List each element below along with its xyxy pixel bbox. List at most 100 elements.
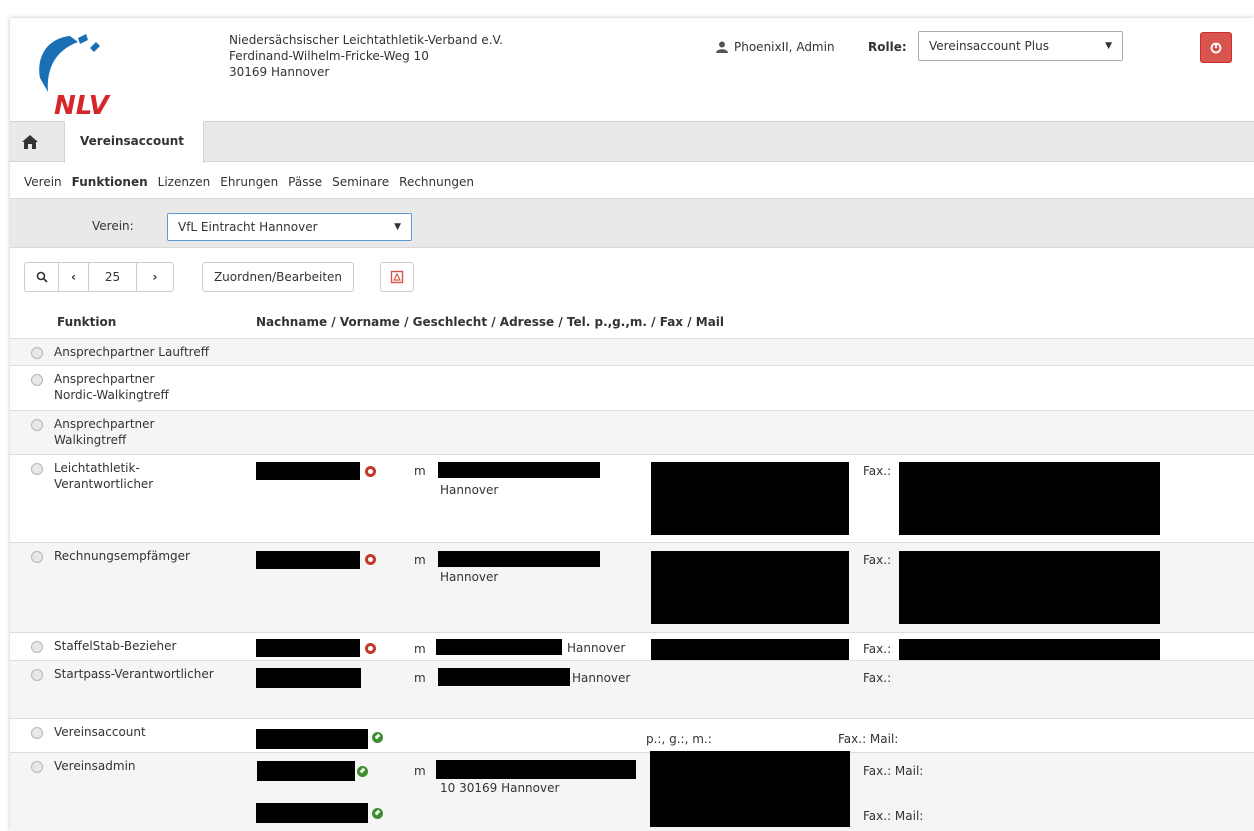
fax-label: Fax.: [863,553,892,567]
subnav-seminare[interactable]: Seminare [332,175,389,189]
row-radio[interactable] [31,727,43,739]
sub-navigation: Verein Funktionen Lizenzen Ehrungen Päss… [24,175,474,189]
table-row[interactable]: Ansprechpartner Walkingtreff [10,410,1254,454]
redacted-street [438,668,570,686]
funktion-label: Ansprechpartner Lauftreff [54,345,209,359]
redacted-name [256,462,360,480]
table-row[interactable]: Leichtathletik-Verantwortlicher m Hannov… [10,454,1254,542]
org-city: 30169 Hannover [229,65,330,79]
remove-icon[interactable] [365,554,376,565]
row-radio[interactable] [31,374,43,386]
fax-label: Fax.: [863,642,892,656]
gender: m [414,671,426,685]
table-row[interactable]: Vereinsadmin m 10 30169 Hannover Fax.: M… [10,751,1254,831]
pdf-icon [390,270,404,284]
active-icon[interactable] [357,766,368,777]
next-page-button[interactable]: › [137,263,173,291]
user-info[interactable]: PhoenixII, Admin [716,40,835,54]
redacted-street [436,760,636,779]
verein-select[interactable]: VfL Eintracht Hannover ▼ [167,213,412,241]
row-radio[interactable] [31,463,43,475]
rolle-select[interactable]: Vereinsaccount Plus ▼ [918,31,1123,61]
fax-mail-label: Fax.: Mail: [863,764,924,778]
active-icon[interactable] [372,732,383,743]
funktion-label: Rechnungsempfämger [54,549,190,563]
redacted-phones [650,751,850,827]
table-row[interactable]: Ansprechpartner Lauftreff [10,338,1254,365]
org-name: Niedersächsischer Leichtathletik-Verband… [229,33,503,47]
app-frame: NLV Niedersächsischer Leichtathletik-Ver… [10,18,1254,831]
row-radio[interactable] [31,347,43,359]
remove-icon[interactable] [365,466,376,477]
active-icon[interactable] [372,808,383,819]
row-radio[interactable] [31,419,43,431]
assign-edit-button[interactable]: Zuordnen/Bearbeiten [202,262,354,292]
funktion-label: Vereinsaccount [54,725,146,739]
rolle-label: Rolle: [868,40,907,54]
redacted-name [256,668,361,688]
subnav-funktionen[interactable]: Funktionen [72,175,148,189]
logout-button[interactable] [1200,32,1232,63]
redacted-phones [651,551,849,624]
city: Hannover [440,570,499,584]
table-row[interactable]: Ansprechpartner Nordic-Walkingtreff [10,365,1254,410]
phones-label: p.:, g.:, m.: [646,732,712,746]
subnav-paesse[interactable]: Pässe [288,175,322,189]
redacted-name [256,729,368,749]
gender: m [414,464,426,478]
power-icon [1210,42,1222,53]
verein-label: Verein: [92,219,134,233]
subnav-ehrungen[interactable]: Ehrungen [220,175,278,189]
column-header-funktion: Funktion [57,315,117,329]
city: Hannover [572,671,631,685]
funktion-label: Startpass-Verantwortlicher [54,667,214,681]
redacted-street [438,551,600,567]
user-icon [716,41,728,53]
gender: m [414,764,426,778]
org-address: Niedersächsischer Leichtathletik-Verband… [229,32,503,80]
city: Hannover [567,641,626,655]
table-row[interactable]: Rechnungsempfämger m Hannover Fax.: [10,542,1254,632]
table-row[interactable]: Startpass-Verantwortlicher m Hannover Fa… [10,660,1254,718]
search-button[interactable] [25,263,59,291]
prev-page-button[interactable]: ‹ [59,263,89,291]
chevron-left-icon: ‹ [71,270,76,284]
row-radio[interactable] [31,669,43,681]
chevron-down-icon: ▼ [394,222,401,232]
rolle-select-value: Vereinsaccount Plus [929,39,1049,53]
user-name: PhoenixII, Admin [734,40,835,54]
column-header-details: Nachname / Vorname / Geschlecht / Adress… [256,315,725,329]
chevron-down-icon: ▼ [1105,41,1112,51]
gender: m [414,642,426,656]
subnav-lizenzen[interactable]: Lizenzen [158,175,211,189]
funktion-label: Ansprechpartner Nordic-Walkingtreff [54,372,169,402]
page-size-field[interactable]: 25 [89,263,137,291]
row-radio[interactable] [31,641,43,653]
city: Hannover [440,483,499,497]
svg-text:NLV: NLV [54,91,111,121]
subnav-rechnungen[interactable]: Rechnungen [399,175,474,189]
tab-vereinsaccount[interactable]: Vereinsaccount [64,121,204,163]
verein-select-value: VfL Eintracht Hannover [178,220,318,234]
fax-mail-label: Fax.: Mail: [838,732,899,746]
chevron-right-icon: › [152,270,158,284]
pdf-export-button[interactable] [380,262,414,292]
redacted-name [257,761,355,781]
table-row[interactable]: Vereinsaccount p.:, g.:, m.: Fax.: Mail: [10,718,1254,752]
funktion-label: Leichtathletik-Verantwortlicher [54,461,154,491]
home-icon[interactable] [20,132,40,152]
redacted-fax-mail [899,551,1160,624]
row-radio[interactable] [31,761,43,773]
redacted-street [438,462,600,478]
subnav-verein[interactable]: Verein [24,175,62,189]
fax-label: Fax.: [863,671,892,685]
table-row[interactable]: StaffelStab-Bezieher m Hannover Fax.: [10,632,1254,719]
address: 10 30169 Hannover [440,781,560,795]
funktion-label: Vereinsadmin [54,759,136,773]
remove-icon[interactable] [365,643,376,654]
search-icon [36,271,48,283]
row-radio[interactable] [31,551,43,563]
gender: m [414,553,426,567]
fax-mail-label-2: Fax.: Mail: [863,809,924,823]
funktion-label: StaffelStab-Bezieher [54,639,177,653]
